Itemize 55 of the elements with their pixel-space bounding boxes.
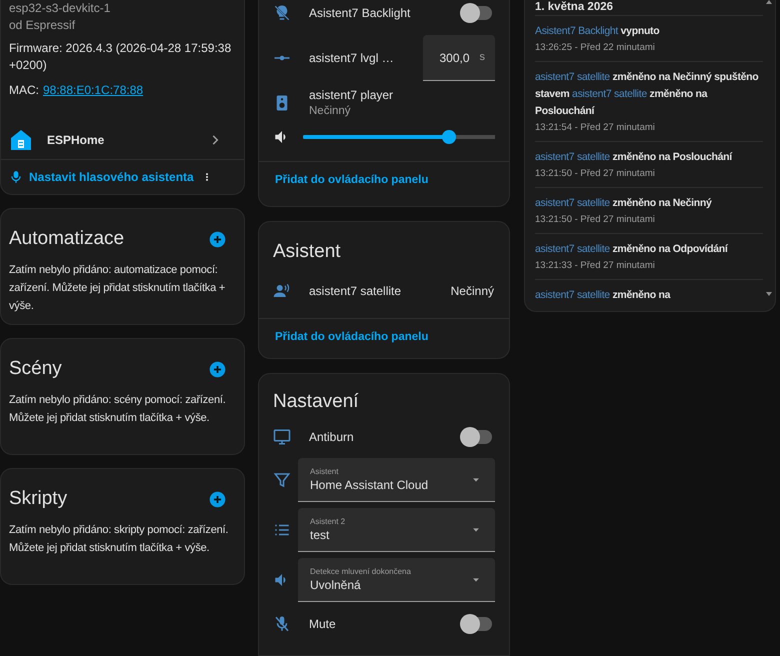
- add-to-dashboard-link[interactable]: Přidat do ovládacího panelu: [259, 329, 444, 346]
- mac-link[interactable]: 98:88:E0:1C:78:88: [43, 82, 144, 99]
- select-field[interactable]: Detekce mluvení dokončena Uvolněná: [298, 558, 495, 602]
- card-title: Asistent: [272, 240, 342, 264]
- log-time: 13:26:25 - Před 22 minutami: [535, 41, 656, 54]
- entity-state: Nečinný: [450, 283, 494, 300]
- entity-name: Antiburn: [309, 429, 355, 446]
- log-time: 13:21:50 - Před 27 minutami: [535, 167, 656, 180]
- empty-message: Zatím nebylo přidáno: automatizace pomocí: zařízení. Můžete jej přidat stisknutím tlačítka + výše.: [9, 263, 226, 314]
- log-message: asistent7 satellite změněno na Poslouchání: [535, 150, 734, 165]
- entity-state: Nečinný: [309, 104, 352, 119]
- log-message: asistent7 satellite změněno na Nečinný: [535, 196, 713, 211]
- device-model: esp32-s3-devkitc-1: [9, 0, 112, 17]
- entity-link[interactable]: asistent7 satellite: [535, 197, 610, 209]
- manufacturer-text: od Espressif: [9, 17, 76, 34]
- select-value: Home Assistant Cloud: [310, 477, 430, 493]
- empty-message: Zatím nebylo přidáno: scény pomocí: zařízení. Můžete jej přidat stisknutím tlačítka + výše.: [9, 393, 227, 426]
- select-field[interactable]: Asistent 2 test: [298, 508, 495, 552]
- entity-link[interactable]: asistent7 satellite: [535, 151, 610, 163]
- add-to-dashboard-link[interactable]: Přidat do ovládacího panelu: [259, 172, 444, 190]
- entity-link[interactable]: asistent7 satellite: [535, 243, 610, 255]
- entity-name: Mute: [309, 616, 337, 633]
- log-time: 13:21:54 - Před 27 minutami: [535, 121, 656, 134]
- log-message: asistent7 satellite změněno na Nečinný spuštěno stavem asistent7 satellite změněno na Poslouchání: [535, 70, 760, 119]
- entity-name: asistent7 player: [309, 87, 394, 103]
- entity-name: asistent7 lvgl …: [309, 50, 395, 67]
- integration-name: ESPHome: [47, 132, 106, 149]
- log-message: asistent7 satellite změněno na: [535, 288, 672, 303]
- select-label: Asistent 2: [310, 516, 346, 527]
- card-title: Nastavení: [272, 390, 360, 414]
- number-field[interactable]: 300,0 s: [423, 35, 495, 81]
- select-label: Detekce mluvení dokončena: [310, 566, 412, 577]
- log-time: 13:21:33 - Před 27 minutami: [535, 259, 656, 272]
- entity-link[interactable]: asistent7 satellite: [572, 88, 647, 100]
- section-title: Scény: [9, 357, 62, 381]
- entity-link[interactable]: asistent7 satellite: [535, 71, 610, 83]
- log-message: asistent7 satellite změněno na Odpovídání: [535, 242, 729, 257]
- log-time: 13:21:50 - Před 27 minutami: [535, 213, 656, 226]
- date-header: 1. května 2026: [535, 0, 614, 15]
- mac-label: MAC:: [9, 82, 39, 99]
- log-message: Asistent7 Backlight vypnuto: [535, 24, 660, 39]
- entity-link[interactable]: Asistent7 Backlight: [535, 25, 618, 37]
- entity-name: Asistent7 Backlight: [309, 5, 412, 22]
- empty-message: Zatím nebylo přidáno: skripty pomocí: zařízení. Můžete jej přidat stisknutím tlačítka + výše.: [9, 523, 230, 556]
- select-value: test: [310, 527, 330, 543]
- select-label: Asistent: [310, 466, 340, 477]
- select-field[interactable]: Asistent Home Assistant Cloud: [298, 458, 495, 502]
- integration-row[interactable]: ESPHome: [1, 123, 244, 157]
- section-title: Automatizace: [9, 227, 124, 251]
- voice-assistant-button[interactable]: Nastavit hlasového asistenta: [9, 168, 194, 186]
- entity-link[interactable]: asistent7 satellite: [535, 289, 610, 301]
- select-value: Uvolněná: [310, 577, 362, 593]
- section-title: Skripty: [9, 487, 68, 511]
- firmware-text: Firmware: 2026.4.3 (2026-04-28 17:59:38 +0200): [9, 40, 232, 74]
- entity-name: asistent7 satellite: [309, 283, 402, 300]
